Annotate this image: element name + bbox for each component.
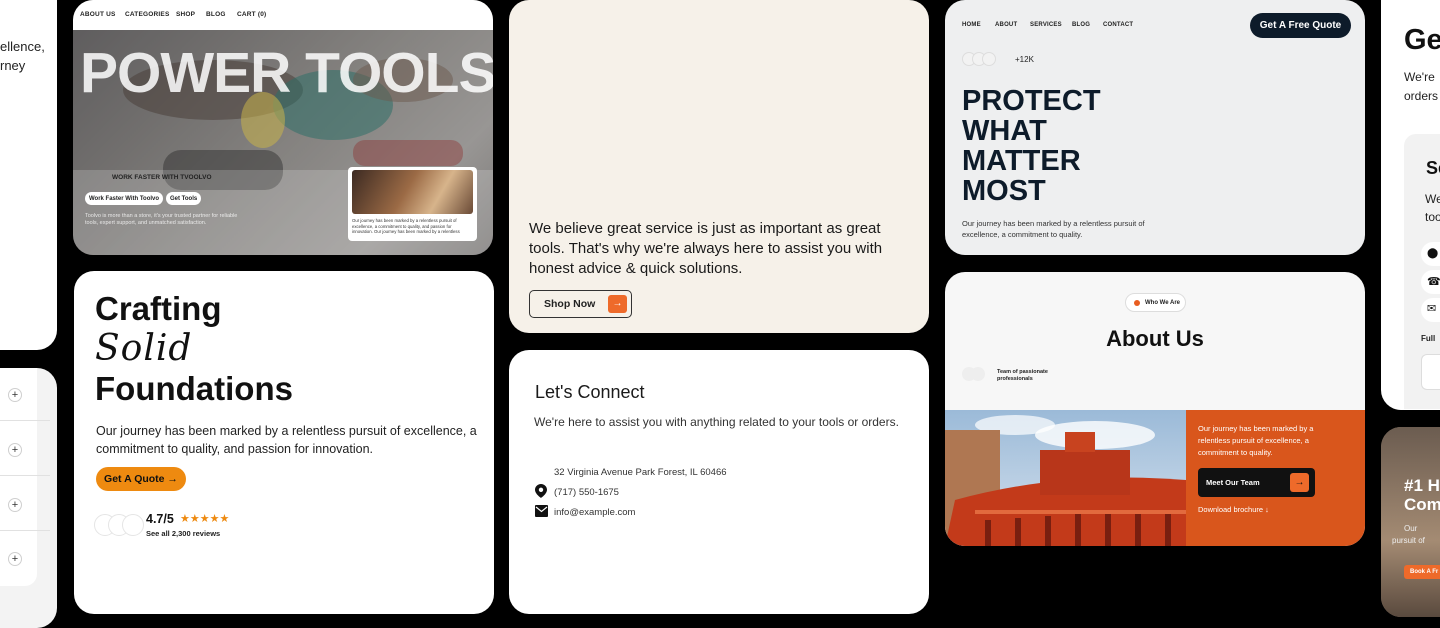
right-sub-text-1: We xyxy=(1425,192,1440,206)
expand-plus-icon[interactable]: + xyxy=(8,443,22,457)
download-brochure-link[interactable]: Download brochure ↓ xyxy=(1198,505,1269,514)
protect-title-line-4: MOST xyxy=(962,175,1046,207)
protect-title-line-3: MATTER xyxy=(962,145,1081,177)
right-hero-text-2: pursuit of xyxy=(1392,536,1425,545)
connect-phone[interactable]: (717) 550-1675 xyxy=(554,487,619,498)
right-sub-text-2: too xyxy=(1425,210,1440,224)
about-orange-text: Our journey has been marked by a relentl… xyxy=(1198,424,1314,457)
mini-card-text: Our journey has been marked by a relentl… xyxy=(352,218,460,235)
location-pin-icon xyxy=(535,484,547,498)
mail-icon: ✉ xyxy=(1427,303,1437,315)
nav-services[interactable]: SERVICES xyxy=(1030,22,1062,28)
protect-title-line-1: PROTECT xyxy=(962,85,1101,117)
left-text-2: rney xyxy=(0,58,26,73)
power-hero-title: POWER TOOLS xyxy=(80,41,493,105)
service-text: We believe great service is just as impo… xyxy=(529,220,883,277)
connect-email[interactable]: info@example.com xyxy=(554,507,635,518)
arrow-right-icon: → xyxy=(1290,473,1309,492)
team-avatar-stack xyxy=(962,367,994,381)
location-row: ⬤ xyxy=(1421,242,1440,266)
right-text-1: We're xyxy=(1404,70,1435,84)
left-text-1: ellence, xyxy=(0,39,45,54)
protect-card: HOME ABOUT SERVICES BLOG CONTACT Get A F… xyxy=(945,0,1365,255)
right-hero-card: #1 H Com Our pursuit of Book A Fr xyxy=(1381,427,1440,617)
reviewer-avatar-stack xyxy=(94,514,146,536)
mail-row: ✉ xyxy=(1421,298,1440,322)
nav-about-us[interactable]: ABOUT US xyxy=(80,11,116,18)
meet-our-team-button[interactable]: Meet Our Team → xyxy=(1198,468,1315,497)
service-card: We believe great service is just as impo… xyxy=(509,0,929,333)
shop-now-label: Shop Now xyxy=(544,298,596,310)
building-photo xyxy=(945,410,1186,546)
craft-title-script: Solid xyxy=(95,328,193,369)
left-accordion-card: + + + + xyxy=(0,368,57,628)
nav-cart[interactable]: CART (0) xyxy=(237,11,266,18)
about-title: About Us xyxy=(1106,326,1204,351)
power-tools-card: ABOUT US CATEGORIES SHOP BLOG CART (0) P… xyxy=(73,0,493,255)
nav-blog[interactable]: BLOG xyxy=(1072,22,1090,28)
location-pin-icon: ⬤ xyxy=(1427,248,1439,259)
dot-icon xyxy=(1134,299,1140,306)
rating-stars: ★★★★★ xyxy=(180,513,230,525)
who-we-are-label: Who We Are xyxy=(1145,299,1181,306)
craft-title-line-1: Crafting xyxy=(95,290,222,327)
book-button[interactable]: Book A Fr xyxy=(1404,565,1440,579)
customer-count: +12K xyxy=(1015,55,1034,64)
who-we-are-badge: Who We Are xyxy=(1125,293,1186,312)
expand-plus-icon[interactable]: + xyxy=(8,552,22,566)
phone-row: ☎ xyxy=(1421,270,1440,294)
protect-title-line-2: WHAT xyxy=(962,115,1047,147)
power-mini-card[interactable]: Our journey has been marked by a relentl… xyxy=(348,167,477,241)
crafting-card: Crafting Solid Foundations Our journey h… xyxy=(74,271,494,614)
mini-card-photo xyxy=(352,170,473,214)
reviews-link[interactable]: See all 2,300 reviews xyxy=(146,529,220,538)
about-orange-panel: Our journey has been marked by a relentl… xyxy=(1186,410,1365,546)
free-quote-button[interactable]: Get A Free Quote xyxy=(1250,13,1351,38)
power-kicker: WORK FASTER WITH TVOOLVO xyxy=(112,174,212,181)
left-partial-card: ellence, rney xyxy=(0,0,57,350)
full-name-input[interactable] xyxy=(1421,354,1440,390)
get-a-quote-button[interactable]: Get A Quote → xyxy=(96,467,186,491)
protect-text: Our journey has been marked by a relentl… xyxy=(962,219,1145,239)
mail-icon xyxy=(535,505,548,517)
rating-value: 4.7/5 xyxy=(146,512,174,526)
nav-contact[interactable]: CONTACT xyxy=(1103,22,1133,28)
right-sub-title: Se xyxy=(1426,158,1440,178)
right-hero-title-2: Com xyxy=(1404,495,1440,514)
craft-text: Our journey has been marked by a relentl… xyxy=(96,424,477,456)
right-title: Ge xyxy=(1404,24,1440,56)
arrow-right-icon: → xyxy=(608,295,627,313)
right-hero-photo xyxy=(1381,427,1440,617)
right-hero-title-1: #1 H xyxy=(1404,476,1440,495)
right-form-panel: Se We too ⬤ ☎ ✉ Full xyxy=(1404,134,1440,409)
shop-now-button[interactable]: Shop Now → xyxy=(529,290,632,318)
nav-home[interactable]: HOME xyxy=(962,22,981,28)
power-nav-bar: ABOUT US CATEGORIES SHOP BLOG CART (0) xyxy=(73,0,493,30)
work-faster-button[interactable]: Work Faster With Toolvo xyxy=(85,192,164,205)
team-label: Team of passionate professionals xyxy=(997,369,1048,382)
connect-title: Let's Connect xyxy=(535,382,645,402)
phone-icon: ☎ xyxy=(1427,276,1440,288)
right-text-2: orders xyxy=(1404,89,1439,103)
power-blurb: Toolvo is more than a store, it's your t… xyxy=(85,213,238,226)
nav-about[interactable]: ABOUT xyxy=(995,22,1017,28)
nav-categories[interactable]: CATEGORIES xyxy=(125,11,170,18)
meet-team-label: Meet Our Team xyxy=(1206,478,1260,487)
right-hero-text-1: Our xyxy=(1404,524,1418,533)
get-tools-button[interactable]: Get Tools xyxy=(166,192,202,205)
expand-plus-icon[interactable]: + xyxy=(8,388,22,402)
craft-title-line-3: Foundations xyxy=(95,370,293,407)
right-partial-card: Ge We're orders Se We too ⬤ ☎ ✉ Full xyxy=(1381,0,1440,410)
about-card: Who We Are About Us Team of passionate p… xyxy=(945,272,1365,546)
avatar-stack xyxy=(962,52,1012,66)
connect-address: 32 Virginia Avenue Park Forest, IL 60466 xyxy=(554,467,727,478)
nav-shop[interactable]: SHOP xyxy=(176,11,195,18)
full-name-label: Full xyxy=(1421,334,1436,343)
connect-card: Let's Connect We're here to assist you w… xyxy=(509,350,929,614)
expand-plus-icon[interactable]: + xyxy=(8,498,22,512)
nav-blog[interactable]: BLOG xyxy=(206,11,226,18)
connect-text: We're here to assist you with anything r… xyxy=(534,415,899,429)
